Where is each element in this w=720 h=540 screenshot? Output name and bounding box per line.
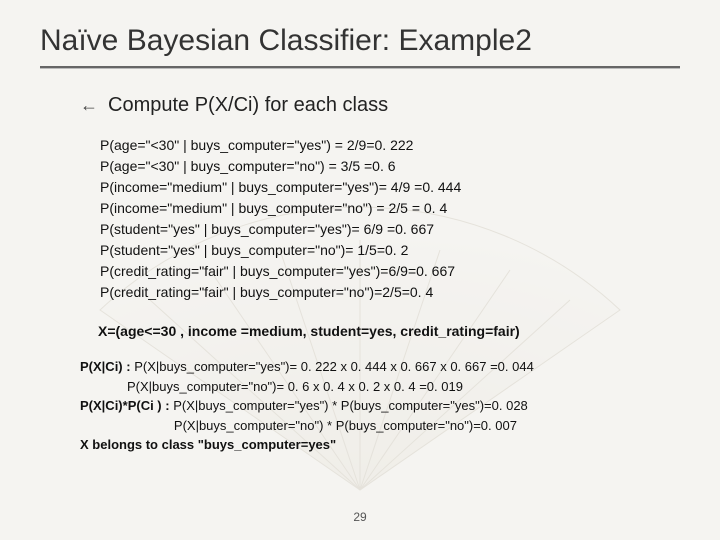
content: ← Compute P(X/Ci) for each class P(age="… bbox=[80, 94, 680, 455]
lead-text: Compute P(X/Ci) for each class bbox=[108, 94, 388, 117]
calc-text: P(X|buys_computer="yes")= 0. 222 x 0. 44… bbox=[134, 359, 534, 374]
calc-conclusion: X belongs to class "buys_computer=yes" bbox=[80, 435, 680, 455]
lead-bullet: ← Compute P(X/Ci) for each class bbox=[80, 94, 680, 117]
prob-line: P(income="medium" | buys_computer="no") … bbox=[100, 198, 680, 219]
calc-label: P(X|Ci)*P(Ci ) : bbox=[80, 398, 173, 413]
prob-line: P(credit_rating="fair" | buys_computer="… bbox=[100, 282, 680, 303]
arrow-left-icon: ← bbox=[80, 95, 98, 116]
prob-line: P(income="medium" | buys_computer="yes")… bbox=[100, 177, 680, 198]
page-number: 29 bbox=[0, 510, 720, 524]
calc-line: P(X|buys_computer="no") * P(buys_compute… bbox=[80, 416, 680, 436]
calc-text: P(X|buys_computer="yes") * P(buys_comput… bbox=[173, 398, 528, 413]
probability-list: P(age="<30" | buys_computer="yes") = 2/9… bbox=[100, 135, 680, 303]
calculation-block: P(X|Ci) : P(X|buys_computer="yes")= 0. 2… bbox=[80, 357, 680, 455]
slide: Naïve Bayesian Classifier: Example2 ← Co… bbox=[0, 0, 720, 540]
prob-line: P(age="<30" | buys_computer="no") = 3/5 … bbox=[100, 156, 680, 177]
prob-line: P(age="<30" | buys_computer="yes") = 2/9… bbox=[100, 135, 680, 156]
prob-line: P(student="yes" | buys_computer="no")= 1… bbox=[100, 240, 680, 261]
prob-line: P(credit_rating="fair" | buys_computer="… bbox=[100, 261, 680, 282]
prob-line: P(student="yes" | buys_computer="yes")= … bbox=[100, 219, 680, 240]
title-underline bbox=[40, 66, 680, 68]
calc-line: P(X|Ci) : P(X|buys_computer="yes")= 0. 2… bbox=[80, 357, 680, 377]
x-tuple: X=(age<=30 , income =medium, student=yes… bbox=[98, 323, 680, 339]
slide-title: Naïve Bayesian Classifier: Example2 bbox=[40, 24, 680, 58]
calc-line: P(X|buys_computer="no")= 0. 6 x 0. 4 x 0… bbox=[80, 377, 680, 397]
calc-line: P(X|Ci)*P(Ci ) : P(X|buys_computer="yes"… bbox=[80, 396, 680, 416]
calc-label: P(X|Ci) : bbox=[80, 359, 134, 374]
